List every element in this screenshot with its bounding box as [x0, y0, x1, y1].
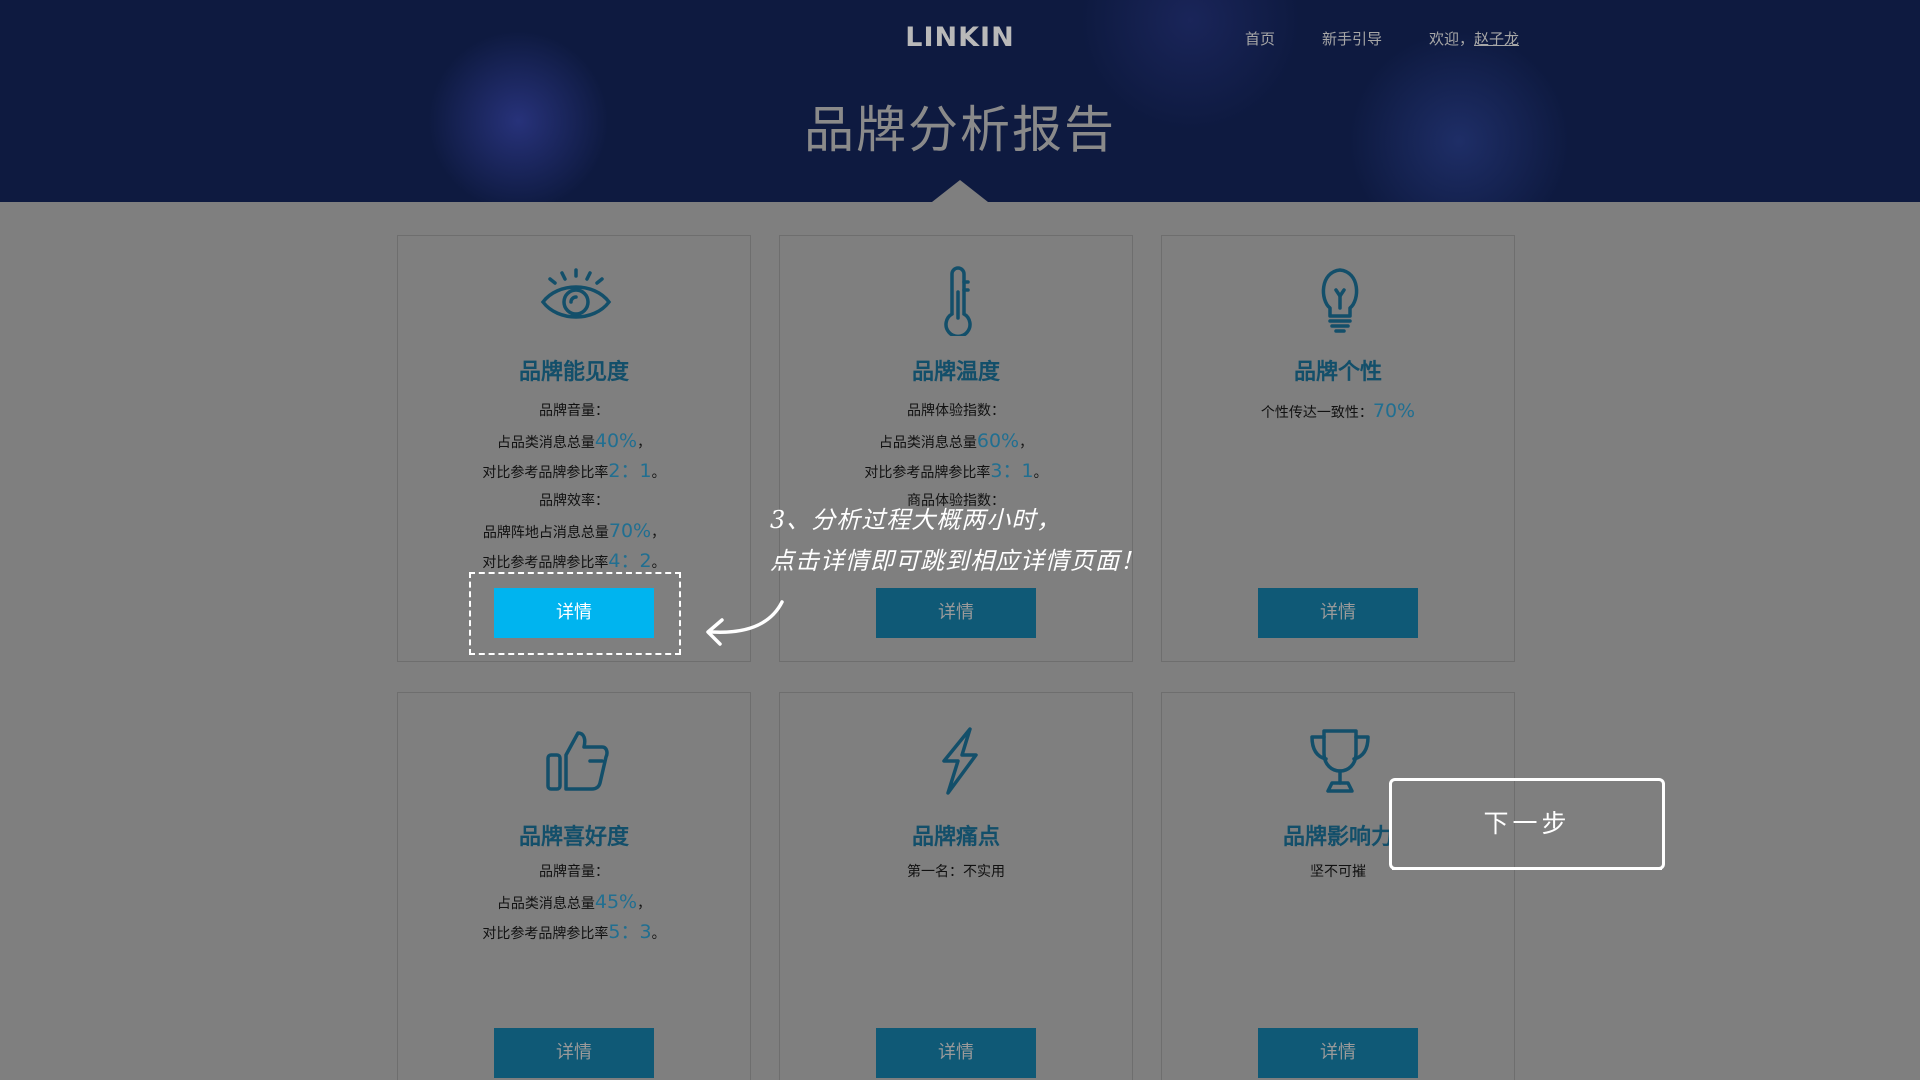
user-name-link[interactable]: 赵子龙	[1474, 30, 1519, 48]
metric-label: 占品类消息总量	[878, 435, 977, 451]
card-brand-visibility: 品牌能见度 品牌音量： 占品类消息总量40%， 对比参考品牌参比率2：1。 品牌…	[397, 235, 751, 662]
page-title: 品牌分析报告	[804, 101, 1116, 159]
thermometer-icon	[922, 264, 994, 336]
metric-value: 60%	[976, 430, 1020, 452]
lightning-icon	[922, 725, 994, 797]
metric-label: 品牌阵地占消息总量	[482, 525, 609, 541]
metric-line: 第一名：不实用	[780, 857, 1132, 887]
metric-suffix: 。	[651, 555, 666, 571]
metric-suffix: 。	[1033, 465, 1048, 481]
card-brand-temperature: 品牌温度 品牌体验指数： 占品类消息总量60%， 对比参考品牌参比率3：1。 商…	[779, 235, 1133, 662]
next-step-underline	[1392, 861, 1662, 870]
metric-label: 品牌效率：	[539, 493, 609, 509]
metric-value: 4：2	[608, 550, 652, 572]
card-title: 品牌痛点	[911, 825, 1000, 850]
metric-value: 70%	[1372, 400, 1416, 422]
metric-label: 第一名：不实用	[907, 864, 1005, 880]
card-metrics: 品牌音量： 占品类消息总量40%， 对比参考品牌参比率2：1。 品牌效率： 品牌…	[398, 396, 750, 576]
card-metrics: 个性传达一致性：70%	[1162, 396, 1514, 426]
metric-label: 对比参考品牌参比率	[482, 465, 609, 481]
card-brand-influence: 品牌影响力 坚不可摧 详情	[1161, 692, 1515, 1080]
header-caret	[932, 180, 988, 202]
metric-label: 个性传达一致性：	[1260, 405, 1373, 421]
metric-line: 品牌音量：	[398, 857, 750, 887]
card-brand-painpoint: 品牌痛点 第一名：不实用 详情	[779, 692, 1133, 1080]
metric-value: 2：1	[608, 460, 652, 482]
metric-line: 占品类消息总量60%，	[780, 426, 1132, 456]
detail-button-visibility[interactable]: 详情	[494, 588, 654, 638]
metric-line: 品牌阵地占消息总量70%，	[398, 516, 750, 546]
trophy-icon	[1304, 725, 1376, 797]
tutorial-arrow-icon	[706, 600, 784, 646]
metric-suffix: ，	[1019, 435, 1034, 451]
tutorial-tip-line: 3、分析过程大概两小时，	[770, 506, 1062, 534]
nav-guide-link[interactable]: 新手引导	[1322, 28, 1382, 49]
metric-label: 对比参考品牌参比率	[864, 465, 991, 481]
next-step-button[interactable]: 下一步	[1389, 778, 1665, 870]
metric-suffix: ，	[651, 525, 666, 541]
eye-icon	[540, 264, 612, 336]
detail-button-painpoint[interactable]: 详情	[876, 1028, 1036, 1078]
tutorial-tip: 3、分析过程大概两小时， 点击详情即可跳到相应详情页面！	[770, 500, 1250, 582]
metric-suffix: 。	[651, 465, 666, 481]
card-title: 品牌喜好度	[518, 825, 629, 850]
metric-value: 40%	[594, 430, 638, 452]
metric-label: 品牌音量：	[539, 403, 609, 419]
metric-line: 品牌音量：	[398, 396, 750, 426]
metric-suffix: ，	[637, 435, 652, 451]
lightbulb-icon	[1304, 264, 1376, 336]
detail-button-personality[interactable]: 详情	[1258, 588, 1418, 638]
metric-line: 占品类消息总量40%，	[398, 426, 750, 456]
metric-label: 品牌音量：	[539, 864, 609, 880]
metric-label: 对比参考品牌参比率	[482, 555, 609, 571]
detail-button-influence[interactable]: 详情	[1258, 1028, 1418, 1078]
metric-suffix: ，	[637, 896, 652, 912]
metric-value: 45%	[594, 891, 638, 913]
metric-line: 品牌效率：	[398, 486, 750, 516]
card-brand-preference: 品牌喜好度 品牌音量： 占品类消息总量45%， 对比参考品牌参比率5：3。 详情	[397, 692, 751, 1080]
metric-line: 个性传达一致性：70%	[1162, 396, 1514, 426]
metric-label: 对比参考品牌参比率	[482, 926, 609, 942]
logo[interactable]: LINKIN	[897, 22, 1023, 56]
card-title: 品牌能见度	[518, 360, 629, 385]
metric-label: 坚不可摧	[1310, 864, 1366, 880]
metric-label: 品牌体验指数：	[907, 403, 1005, 419]
metric-value: 70%	[608, 520, 652, 542]
card-metrics: 第一名：不实用	[780, 857, 1132, 887]
nav-welcome: 欢迎，赵子龙	[1429, 28, 1519, 49]
metric-line: 对比参考品牌参比率4：2。	[398, 546, 750, 576]
detail-button-preference[interactable]: 详情	[494, 1028, 654, 1078]
card-title: 品牌温度	[911, 360, 1000, 385]
metric-value: 5：3	[608, 921, 652, 943]
metric-line: 品牌体验指数：	[780, 396, 1132, 426]
card-metrics: 品牌音量： 占品类消息总量45%， 对比参考品牌参比率5：3。	[398, 857, 750, 947]
metric-line: 对比参考品牌参比率5：3。	[398, 917, 750, 947]
card-brand-personality: 品牌个性 个性传达一致性：70% 详情	[1161, 235, 1515, 662]
nav-home-link[interactable]: 首页	[1245, 28, 1275, 49]
metric-suffix: 。	[651, 926, 666, 942]
metric-value: 3：1	[990, 460, 1034, 482]
tutorial-tip-line: 点击详情即可跳到相应详情页面！	[770, 547, 1145, 575]
metric-line: 对比参考品牌参比率3：1。	[780, 456, 1132, 486]
metric-line: 占品类消息总量45%，	[398, 887, 750, 917]
card-metrics: 品牌体验指数： 占品类消息总量60%， 对比参考品牌参比率3：1。 商品体验指数…	[780, 396, 1132, 516]
welcome-text: 欢迎，	[1429, 30, 1475, 48]
metric-label: 占品类消息总量	[496, 896, 595, 912]
metric-label: 占品类消息总量	[496, 435, 595, 451]
card-title: 品牌个性	[1293, 360, 1382, 385]
metric-line: 对比参考品牌参比率2：1。	[398, 456, 750, 486]
next-step-label: 下一步	[1483, 809, 1571, 838]
thumbs-up-icon	[540, 725, 612, 797]
header: LINKIN 首页 新手引导 欢迎，赵子龙 品牌分析报告	[0, 0, 1920, 202]
detail-button-temperature[interactable]: 详情	[876, 588, 1036, 638]
